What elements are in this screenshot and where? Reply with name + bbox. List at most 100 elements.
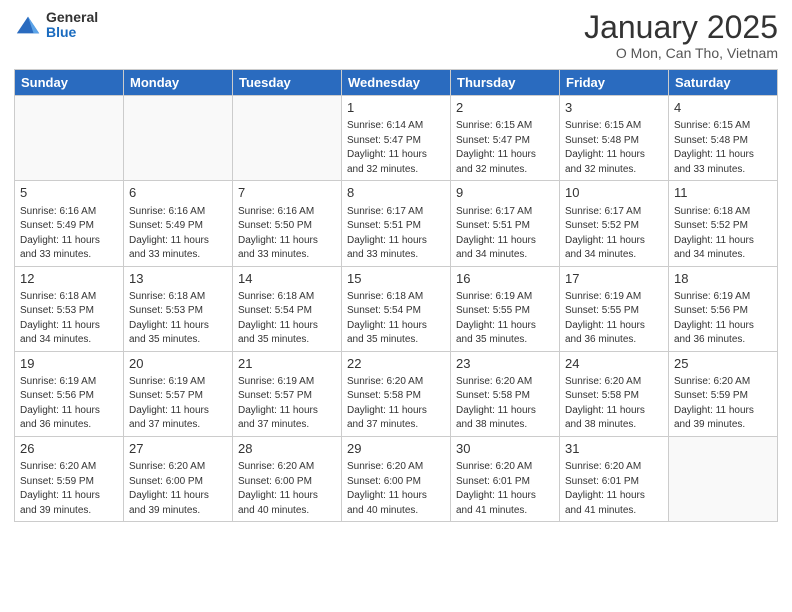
day-number: 26 [20, 440, 118, 458]
calendar-week-row: 19 Sunrise: 6:19 AM Sunset: 5:56 PM Dayli… [15, 351, 778, 436]
cell-info: Sunrise: 6:20 AM Sunset: 6:01 PM Dayligh… [565, 460, 663, 518]
day-number: 5 [20, 184, 118, 202]
cell-info: Sunrise: 6:18 AM Sunset: 5:52 PM Dayligh… [674, 205, 772, 263]
cell-info: Sunrise: 6:19 AM Sunset: 5:55 PM Dayligh… [456, 290, 554, 348]
cell-info: Sunrise: 6:16 AM Sunset: 5:49 PM Dayligh… [20, 205, 118, 263]
cell-info: Sunrise: 6:14 AM Sunset: 5:47 PM Dayligh… [347, 119, 445, 177]
day-number: 3 [565, 99, 663, 117]
cell-info: Sunrise: 6:19 AM Sunset: 5:57 PM Dayligh… [238, 375, 336, 433]
weekday-header-tuesday: Tuesday [233, 70, 342, 96]
logo: General Blue [14, 10, 98, 41]
day-number: 24 [565, 355, 663, 373]
logo-text: General Blue [46, 10, 98, 41]
calendar-cell: 16 Sunrise: 6:19 AM Sunset: 5:55 PM Dayli… [451, 266, 560, 351]
calendar-table: SundayMondayTuesdayWednesdayThursdayFrid… [14, 69, 778, 522]
day-number: 16 [456, 270, 554, 288]
cell-info: Sunrise: 6:18 AM Sunset: 5:53 PM Dayligh… [129, 290, 227, 348]
weekday-header-thursday: Thursday [451, 70, 560, 96]
calendar-cell: 15 Sunrise: 6:18 AM Sunset: 5:54 PM Dayli… [342, 266, 451, 351]
calendar-cell: 27Sunrise: 6:20 AM Sunset: 6:00 PM Dayli… [124, 436, 233, 521]
day-number: 21 [238, 355, 336, 373]
weekday-header-monday: Monday [124, 70, 233, 96]
calendar-cell: 5 Sunrise: 6:16 AM Sunset: 5:49 PM Daylig… [15, 181, 124, 266]
calendar-cell: 18Sunrise: 6:19 AM Sunset: 5:56 PM Dayli… [669, 266, 778, 351]
calendar-cell: 2Sunrise: 6:15 AM Sunset: 5:47 PM Daylig… [451, 96, 560, 181]
calendar-cell [669, 436, 778, 521]
cell-info: Sunrise: 6:20 AM Sunset: 6:00 PM Dayligh… [129, 460, 227, 518]
logo-blue: Blue [46, 25, 98, 40]
day-number: 14 [238, 270, 336, 288]
day-number: 30 [456, 440, 554, 458]
calendar-cell: 11Sunrise: 6:18 AM Sunset: 5:52 PM Dayli… [669, 181, 778, 266]
day-number: 13 [129, 270, 227, 288]
cell-info: Sunrise: 6:20 AM Sunset: 5:59 PM Dayligh… [674, 375, 772, 433]
day-number: 15 [347, 270, 445, 288]
day-number: 22 [347, 355, 445, 373]
calendar-cell: 17 Sunrise: 6:19 AM Sunset: 5:55 PM Dayli… [560, 266, 669, 351]
day-number: 31 [565, 440, 663, 458]
calendar-cell: 28 Sunrise: 6:20 AM Sunset: 6:00 PM Dayli… [233, 436, 342, 521]
calendar-cell: 4 Sunrise: 6:15 AM Sunset: 5:48 PM Daylig… [669, 96, 778, 181]
calendar-cell: 24 Sunrise: 6:20 AM Sunset: 5:58 PM Dayli… [560, 351, 669, 436]
weekday-header-friday: Friday [560, 70, 669, 96]
cell-info: Sunrise: 6:18 AM Sunset: 5:54 PM Dayligh… [238, 290, 336, 348]
cell-info: Sunrise: 6:17 AM Sunset: 5:52 PM Dayligh… [565, 205, 663, 263]
cell-info: Sunrise: 6:20 AM Sunset: 5:59 PM Dayligh… [20, 460, 118, 518]
calendar-week-row: 5 Sunrise: 6:16 AM Sunset: 5:49 PM Daylig… [15, 181, 778, 266]
weekday-header-row: SundayMondayTuesdayWednesdayThursdayFrid… [15, 70, 778, 96]
cell-info: Sunrise: 6:19 AM Sunset: 5:55 PM Dayligh… [565, 290, 663, 348]
day-number: 7 [238, 184, 336, 202]
cell-info: Sunrise: 6:15 AM Sunset: 5:47 PM Dayligh… [456, 119, 554, 177]
cell-info: Sunrise: 6:18 AM Sunset: 5:53 PM Dayligh… [20, 290, 118, 348]
month-title: January 2025 [584, 10, 778, 45]
day-number: 1 [347, 99, 445, 117]
calendar-cell: 8 Sunrise: 6:17 AM Sunset: 5:51 PM Daylig… [342, 181, 451, 266]
calendar-cell: 31 Sunrise: 6:20 AM Sunset: 6:01 PM Dayli… [560, 436, 669, 521]
day-number: 12 [20, 270, 118, 288]
page-container: General Blue January 2025 O Mon, Can Tho… [0, 0, 792, 612]
calendar-week-row: 26 Sunrise: 6:20 AM Sunset: 5:59 PM Dayli… [15, 436, 778, 521]
day-number: 28 [238, 440, 336, 458]
calendar-cell: 9 Sunrise: 6:17 AM Sunset: 5:51 PM Daylig… [451, 181, 560, 266]
calendar-cell: 6Sunrise: 6:16 AM Sunset: 5:49 PM Daylig… [124, 181, 233, 266]
cell-info: Sunrise: 6:18 AM Sunset: 5:54 PM Dayligh… [347, 290, 445, 348]
calendar-cell [15, 96, 124, 181]
weekday-header-sunday: Sunday [15, 70, 124, 96]
calendar-cell: 19 Sunrise: 6:19 AM Sunset: 5:56 PM Dayli… [15, 351, 124, 436]
day-number: 29 [347, 440, 445, 458]
cell-info: Sunrise: 6:20 AM Sunset: 6:00 PM Dayligh… [238, 460, 336, 518]
day-number: 19 [20, 355, 118, 373]
calendar-cell: 25 Sunrise: 6:20 AM Sunset: 5:59 PM Dayli… [669, 351, 778, 436]
logo-icon [14, 11, 42, 39]
calendar-cell: 30 Sunrise: 6:20 AM Sunset: 6:01 PM Dayli… [451, 436, 560, 521]
day-number: 8 [347, 184, 445, 202]
calendar-cell: 23Sunrise: 6:20 AM Sunset: 5:58 PM Dayli… [451, 351, 560, 436]
day-number: 9 [456, 184, 554, 202]
day-number: 20 [129, 355, 227, 373]
day-number: 25 [674, 355, 772, 373]
calendar-cell: 10 Sunrise: 6:17 AM Sunset: 5:52 PM Dayli… [560, 181, 669, 266]
day-number: 4 [674, 99, 772, 117]
cell-info: Sunrise: 6:19 AM Sunset: 5:56 PM Dayligh… [20, 375, 118, 433]
calendar-cell: 14 Sunrise: 6:18 AM Sunset: 5:54 PM Dayli… [233, 266, 342, 351]
weekday-header-wednesday: Wednesday [342, 70, 451, 96]
calendar-week-row: 12 Sunrise: 6:18 AM Sunset: 5:53 PM Dayli… [15, 266, 778, 351]
cell-info: Sunrise: 6:15 AM Sunset: 5:48 PM Dayligh… [674, 119, 772, 177]
day-number: 18 [674, 270, 772, 288]
cell-info: Sunrise: 6:17 AM Sunset: 5:51 PM Dayligh… [347, 205, 445, 263]
day-number: 17 [565, 270, 663, 288]
title-section: January 2025 O Mon, Can Tho, Vietnam [584, 10, 778, 61]
day-number: 23 [456, 355, 554, 373]
cell-info: Sunrise: 6:20 AM Sunset: 5:58 PM Dayligh… [347, 375, 445, 433]
calendar-cell: 22 Sunrise: 6:20 AM Sunset: 5:58 PM Dayli… [342, 351, 451, 436]
cell-info: Sunrise: 6:20 AM Sunset: 6:01 PM Dayligh… [456, 460, 554, 518]
day-number: 6 [129, 184, 227, 202]
location: O Mon, Can Tho, Vietnam [584, 45, 778, 61]
cell-info: Sunrise: 6:15 AM Sunset: 5:48 PM Dayligh… [565, 119, 663, 177]
day-number: 10 [565, 184, 663, 202]
calendar-cell: 3 Sunrise: 6:15 AM Sunset: 5:48 PM Daylig… [560, 96, 669, 181]
cell-info: Sunrise: 6:17 AM Sunset: 5:51 PM Dayligh… [456, 205, 554, 263]
cell-info: Sunrise: 6:20 AM Sunset: 6:00 PM Dayligh… [347, 460, 445, 518]
weekday-header-saturday: Saturday [669, 70, 778, 96]
cell-info: Sunrise: 6:20 AM Sunset: 5:58 PM Dayligh… [565, 375, 663, 433]
